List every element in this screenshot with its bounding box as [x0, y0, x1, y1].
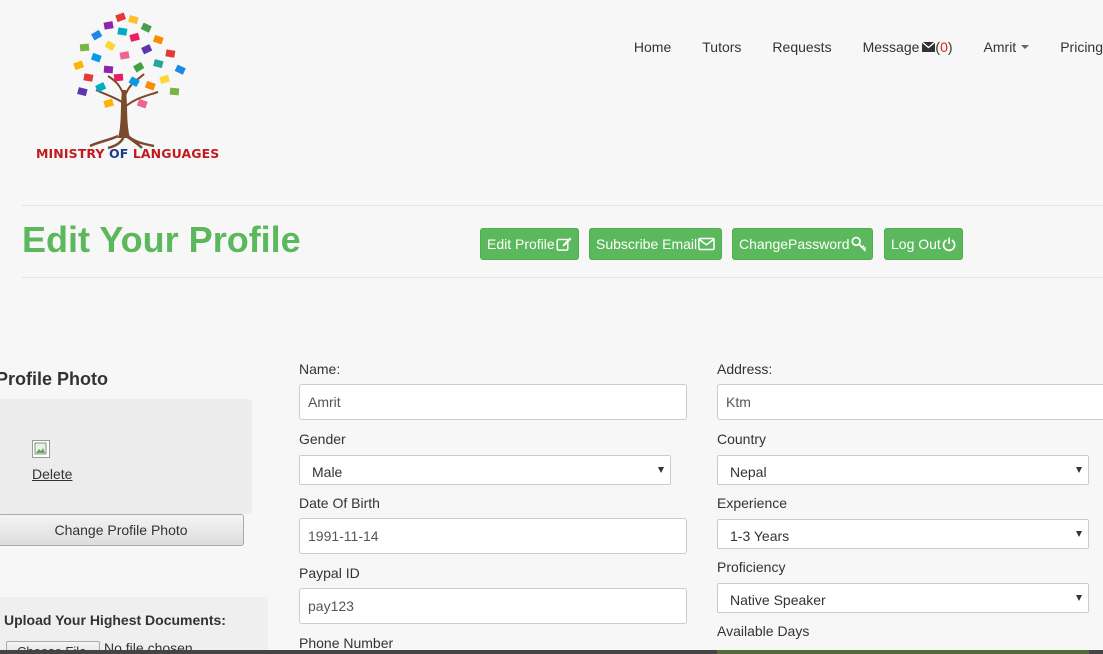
header-divider	[22, 205, 1103, 206]
select-arrow-icon	[658, 467, 664, 473]
name-input[interactable]: Amrit	[299, 384, 687, 420]
change-password-label: ChangePassword	[739, 236, 850, 252]
experience-select-value: 1-3 Years	[730, 528, 790, 544]
proficiency-select[interactable]: Native Speaker	[717, 583, 1089, 613]
broken-image-icon	[32, 440, 50, 458]
experience-select[interactable]: 1-3 Years	[717, 519, 1089, 549]
nav-home-link[interactable]: Home	[634, 39, 671, 55]
nav-user-label: Amrit	[983, 39, 1017, 55]
bottom-edge-segment	[717, 650, 1089, 654]
subscribe-email-label: Subscribe Email	[596, 236, 698, 252]
nav-user-dropdown[interactable]: Amrit	[984, 39, 1030, 55]
country-select-value: Nepal	[730, 464, 767, 480]
edit-profile-button[interactable]: Edit Profile	[480, 228, 579, 260]
bottom-edge-strip	[0, 650, 1103, 654]
gender-select-value: Male	[312, 464, 343, 480]
nav-tutors-link[interactable]: Tutors	[702, 39, 741, 55]
page-title: Edit Your Profile	[22, 219, 301, 260]
ministry-of-languages-logo[interactable]	[34, 10, 216, 165]
nav-pricing-link[interactable]: Pricing	[1060, 39, 1103, 55]
gender-select[interactable]: Male	[299, 455, 671, 485]
upload-documents-label: Upload Your Highest Documents:	[4, 612, 226, 628]
envelope-outline-icon	[698, 237, 715, 251]
dob-label: Date Of Birth	[299, 495, 380, 511]
available-days-label: Available Days	[717, 623, 810, 639]
logo-text: MINISTRY OF LANGUAGES	[36, 146, 219, 161]
message-count-badge: 0	[940, 39, 948, 55]
proficiency-label: Proficiency	[717, 559, 786, 575]
message-count-close: )	[947, 39, 953, 55]
proficiency-select-value: Native Speaker	[730, 592, 826, 608]
edit-profile-label: Edit Profile	[487, 236, 555, 252]
paypal-input[interactable]: pay123	[299, 588, 687, 624]
envelope-icon	[922, 42, 936, 52]
country-select[interactable]: Nepal	[717, 455, 1089, 485]
change-password-button[interactable]: ChangePassword	[732, 228, 873, 260]
paypal-label: Paypal ID	[299, 565, 360, 581]
select-arrow-icon	[1076, 595, 1082, 601]
phone-label: Phone Number	[299, 635, 394, 651]
name-label: Name:	[299, 361, 341, 377]
change-profile-photo-button[interactable]: Change Profile Photo	[0, 514, 244, 546]
subscribe-email-button[interactable]: Subscribe Email	[589, 228, 722, 260]
nav-message-link[interactable]: Message (0 )	[863, 39, 953, 55]
edit-icon	[556, 237, 572, 251]
select-arrow-icon	[1076, 467, 1082, 473]
key-icon	[850, 236, 866, 252]
top-navigation: Home Tutors Requests Message (0 ) Amrit …	[634, 39, 1103, 55]
caret-down-icon	[1021, 45, 1030, 49]
logo-text-ministry: MINISTRY	[36, 146, 105, 161]
country-label: Country	[717, 431, 767, 447]
address-label: Address:	[717, 361, 773, 377]
logo-text-languages: LANGUAGES	[132, 146, 220, 161]
address-input[interactable]: Ktm	[717, 384, 1103, 420]
log-out-label: Log Out	[891, 236, 941, 252]
gender-label: Gender	[299, 431, 346, 447]
profile-photo-title: Profile Photo	[0, 369, 108, 389]
nav-message-label: Message	[862, 39, 920, 55]
delete-photo-link[interactable]: Delete	[32, 466, 72, 482]
dob-input[interactable]: 1991-11-14	[299, 518, 687, 554]
logo-text-of: OF	[108, 146, 129, 161]
select-arrow-icon	[1076, 531, 1082, 537]
log-out-button[interactable]: Log Out	[884, 228, 963, 260]
power-icon	[942, 237, 956, 252]
nav-requests-link[interactable]: Requests	[772, 39, 831, 55]
title-divider	[22, 277, 1103, 278]
experience-label: Experience	[717, 495, 788, 511]
